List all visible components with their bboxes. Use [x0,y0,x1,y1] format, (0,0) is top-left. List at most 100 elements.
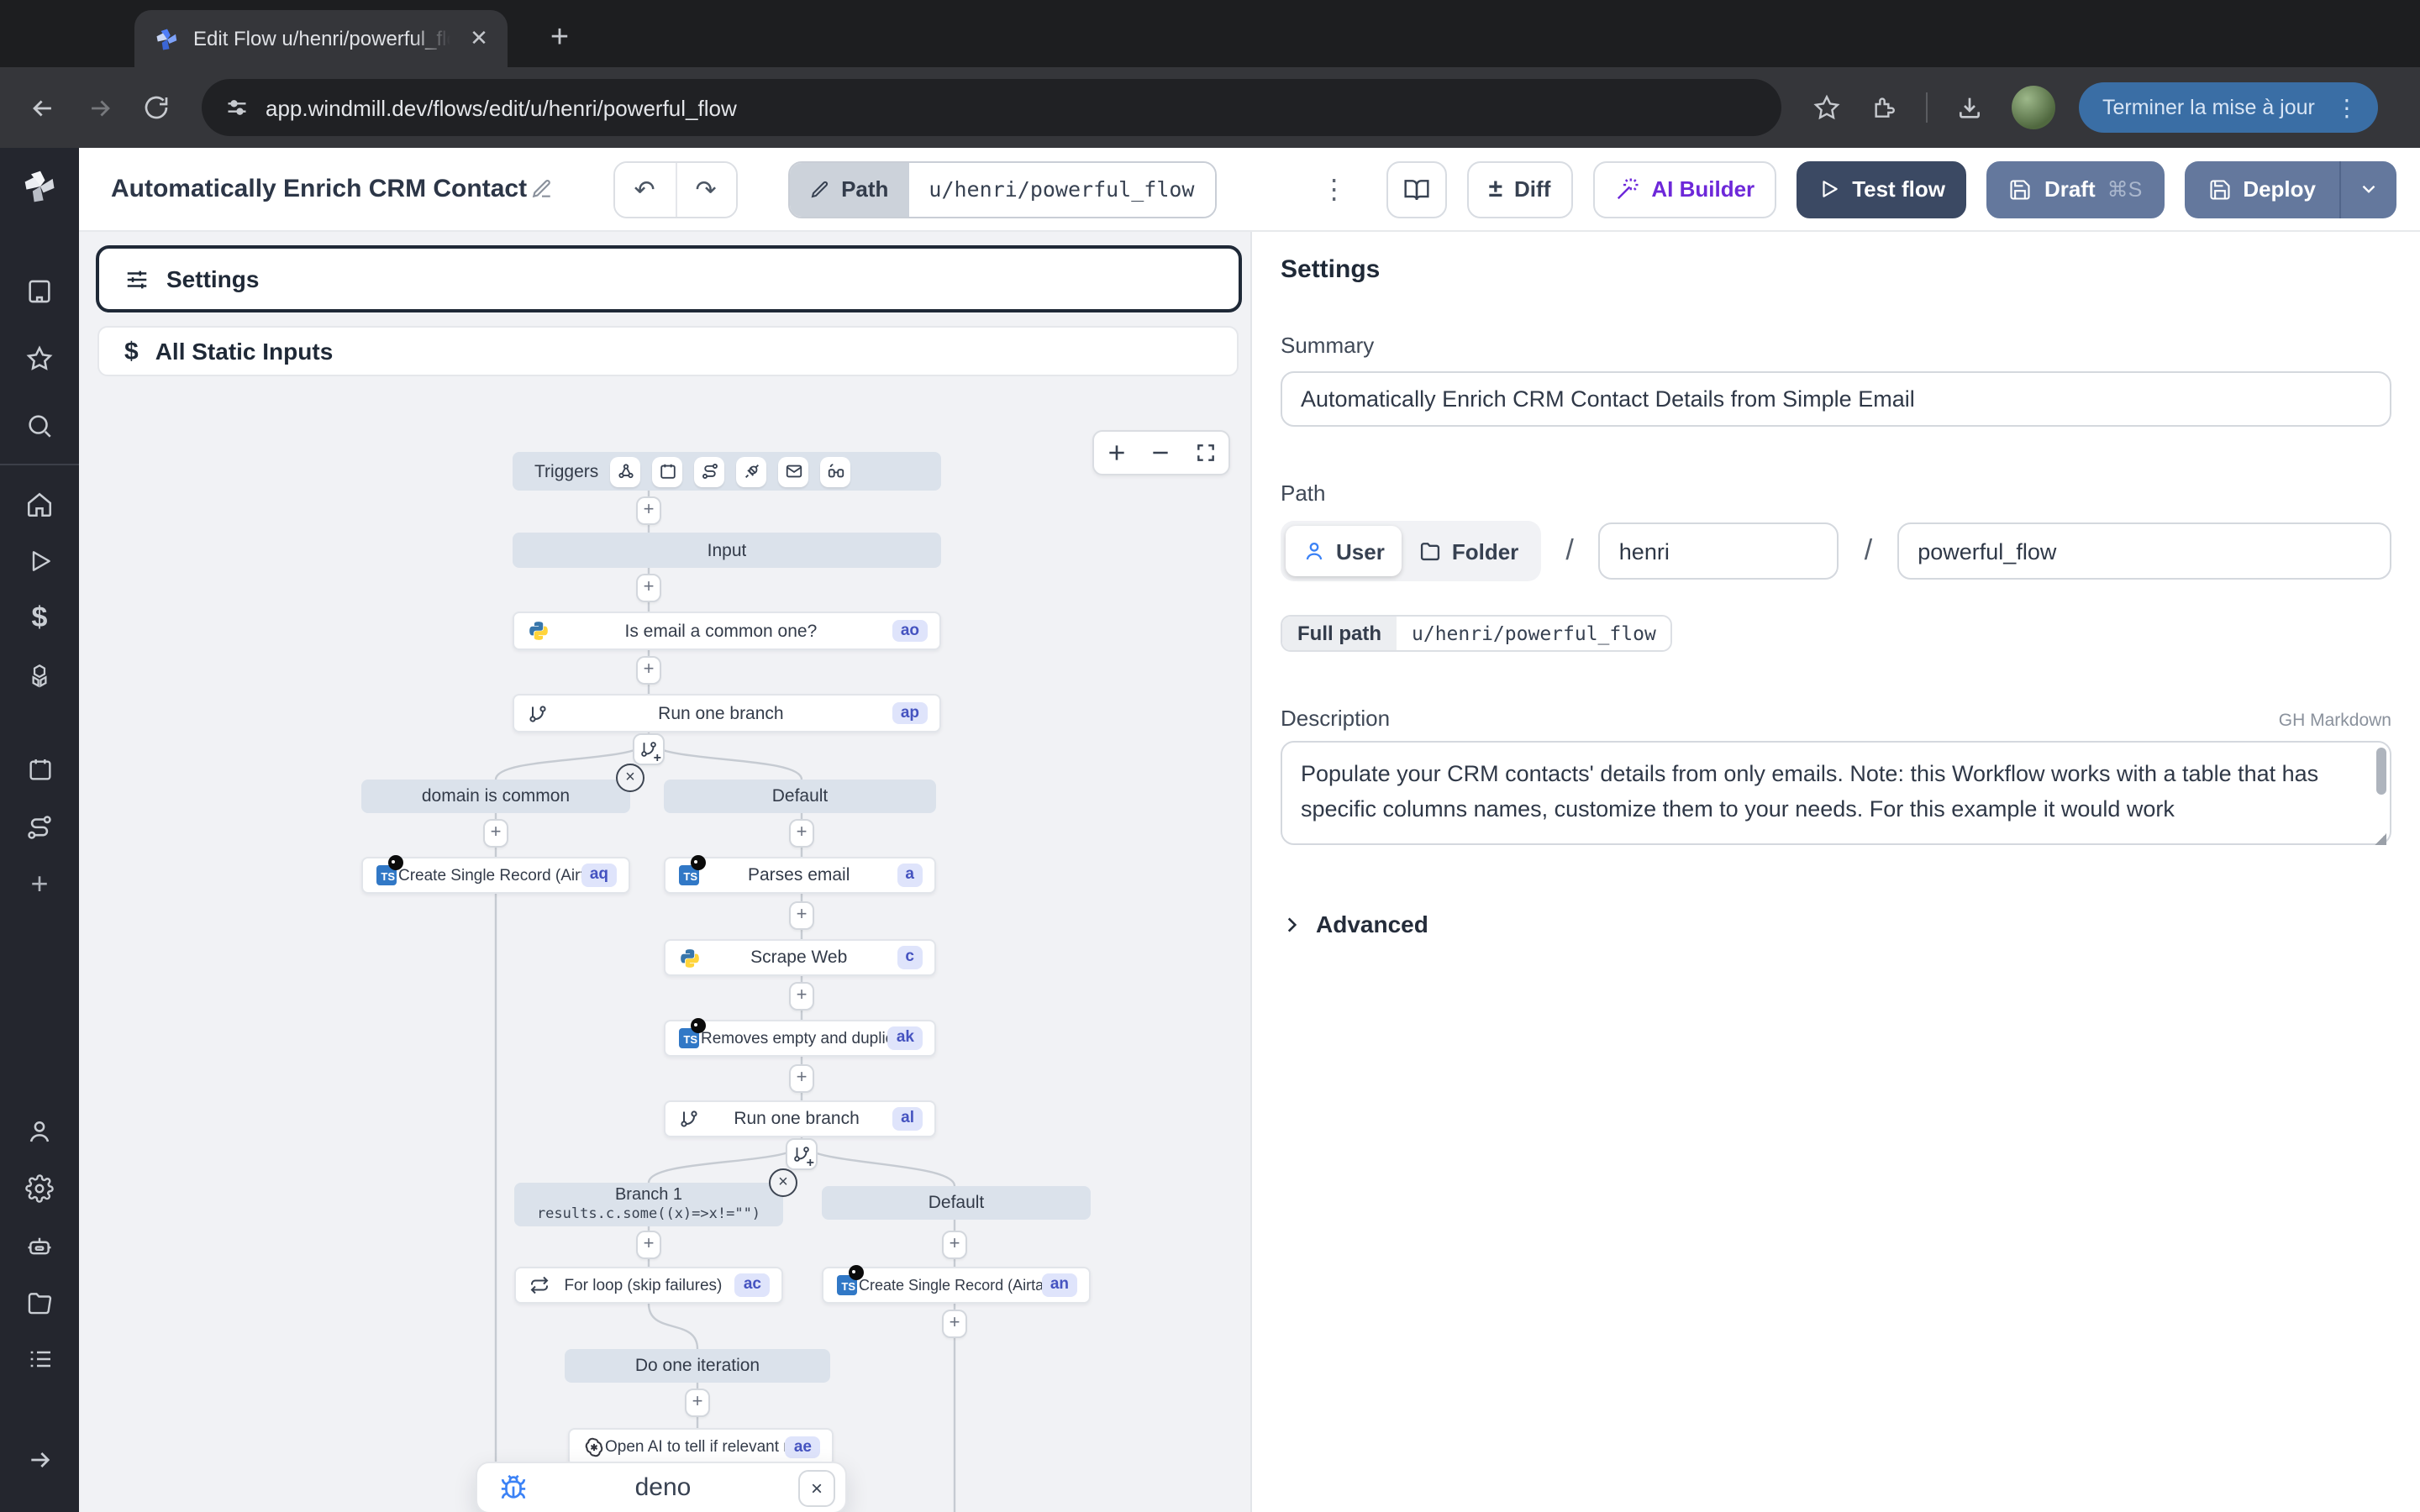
route-trigger-icon[interactable] [694,456,724,486]
sidebar-resources-icon[interactable] [0,647,79,704]
sidebar-folders-icon[interactable] [0,1273,79,1331]
flow-canvas[interactable]: Triggers + Input + Is email a [79,393,1247,1512]
path-owner-input[interactable] [1599,522,1839,580]
email-trigger-icon[interactable] [778,456,808,486]
remove-branch-button[interactable]: × [769,1168,797,1197]
user-toggle-option[interactable]: User [1286,526,1402,576]
tune-icon[interactable] [225,96,249,119]
description-textarea[interactable]: Populate your CRM contacts' details from… [1281,741,2391,845]
sidebar-settings-icon[interactable] [0,1159,79,1216]
ai-builder-button[interactable]: AI Builder [1592,160,1776,218]
flow-title[interactable]: Automatically Enrich CRM Contact [111,175,552,203]
sidebar-workers-icon[interactable] [0,1216,79,1273]
bookmark-star-icon[interactable] [1802,82,1852,133]
more-options-icon[interactable]: ⋮ [1304,172,1366,206]
zoom-in-icon[interactable] [1106,442,1128,464]
sidebar-runs-icon[interactable] [0,533,79,590]
insert-step-button[interactable]: + [789,901,814,930]
sidebar-logs-icon[interactable] [0,1331,79,1388]
branch-header-domain[interactable]: domain is common [361,780,630,813]
sidebar-favorites-icon[interactable] [0,329,79,386]
insert-step-button[interactable]: + [789,1064,814,1093]
description-scrollbar[interactable] [2376,748,2386,795]
triggers-node[interactable]: Triggers [513,452,941,491]
forward-icon[interactable] [74,82,124,133]
draft-button[interactable]: Draft ⌘S [1987,160,2164,218]
fit-view-icon[interactable] [1195,442,1217,464]
sidebar-workspace-icon[interactable] [0,262,79,319]
insert-step-button[interactable]: + [685,1389,710,1417]
edit-title-icon[interactable] [530,178,552,200]
windmill-logo-icon[interactable] [0,148,79,225]
step-node-ac[interactable]: For loop (skip failures) ac [514,1267,783,1304]
sidebar-home-icon[interactable] [0,475,79,533]
download-icon[interactable] [1944,82,1995,133]
insert-step-button[interactable]: + [942,1310,967,1338]
path-name-input[interactable] [1897,522,2391,580]
url-bar[interactable]: app.windmill.dev/flows/edit/u/henri/powe… [202,79,1781,136]
step-node-ap[interactable]: Run one branch ap [513,694,941,732]
new-tab-button[interactable]: + [538,17,581,60]
deno-toast[interactable]: deno × [476,1462,847,1512]
zoom-out-icon[interactable] [1150,442,1172,464]
sidebar-search-icon[interactable] [0,396,79,454]
sidebar-schedules-icon[interactable] [0,741,79,798]
add-branch-button[interactable]: + [786,1138,818,1170]
extensions-icon[interactable] [1859,82,1909,133]
browser-update-button[interactable]: Terminer la mise à jour ⋮ [2079,82,2379,133]
docs-button[interactable] [1386,160,1447,218]
poll-trigger-icon[interactable] [820,456,850,486]
branch-header-branch1[interactable]: Branch 1 results.c.some((x)=>x!="") [514,1183,783,1226]
add-branch-button[interactable]: + [633,733,665,765]
browser-menu-icon[interactable]: ⋮ [2328,93,2365,122]
insert-step-button[interactable]: + [636,1231,661,1259]
browser-tab[interactable]: Edit Flow u/henri/powerful_flo ✕ [134,10,508,67]
toast-close-button[interactable]: × [798,1469,835,1506]
redo-button[interactable]: ↷ [675,162,735,216]
step-node-a[interactable]: TS Parses email a [664,857,936,894]
step-node-ao[interactable]: Is email a common one? ao [513,612,941,650]
folder-toggle-option[interactable]: Folder [1402,526,1535,576]
profile-avatar[interactable] [2012,86,2055,129]
diff-button[interactable]: ± Diff [1467,160,1573,218]
sidebar-expand-icon[interactable] [0,1431,79,1488]
step-node-an[interactable]: TS Create Single Record (Airtable) an [822,1267,1091,1304]
insert-step-button[interactable]: + [942,1231,967,1259]
deploy-caret-button[interactable] [2339,160,2396,218]
insert-step-button[interactable]: + [789,819,814,848]
sidebar-routes-icon[interactable] [0,798,79,855]
resize-grip-icon[interactable] [2375,833,2386,845]
insert-step-button[interactable]: + [483,819,508,848]
path-chip[interactable]: Path u/henri/powerful_flow [787,160,1216,218]
branch-header-default[interactable]: Default [664,780,936,813]
step-node-c[interactable]: Scrape Web c [664,939,936,976]
sidebar-account-icon[interactable] [0,1102,79,1159]
undo-button[interactable]: ↶ [614,162,675,216]
full-path-label: Full path [1282,617,1397,650]
webhook-trigger-icon[interactable] [610,456,640,486]
deploy-button[interactable]: Deploy [2184,160,2339,218]
insert-step-button[interactable]: + [789,982,814,1011]
insert-step-button[interactable]: + [636,656,661,685]
schedule-trigger-icon[interactable] [652,456,682,486]
reload-icon[interactable] [131,82,182,133]
input-node[interactable]: Input [513,533,941,568]
static-inputs-card[interactable]: $ All Static Inputs [97,326,1239,376]
step-node-aq[interactable]: TS Create Single Record (Airtable) aq [361,857,630,894]
websocket-trigger-icon[interactable] [736,456,766,486]
iteration-node[interactable]: Do one iteration [565,1349,830,1383]
summary-input[interactable] [1281,371,2391,427]
test-flow-button[interactable]: Test flow [1797,160,1967,218]
sidebar-variables-icon[interactable]: $ [0,590,79,647]
step-node-al[interactable]: Run one branch al [664,1100,936,1137]
step-node-ak[interactable]: TS Removes empty and duplicates ak [664,1020,936,1057]
insert-step-button[interactable]: + [636,574,661,602]
advanced-toggle[interactable]: Advanced [1281,911,2391,937]
settings-card[interactable]: Settings [96,245,1242,312]
tab-close-icon[interactable]: ✕ [464,24,494,54]
back-icon[interactable] [17,82,67,133]
branch-header-default-2[interactable]: Default [822,1186,1091,1220]
sidebar-add-icon[interactable]: + [0,855,79,912]
insert-step-button[interactable]: + [636,496,661,525]
remove-branch-button[interactable]: × [616,764,644,792]
